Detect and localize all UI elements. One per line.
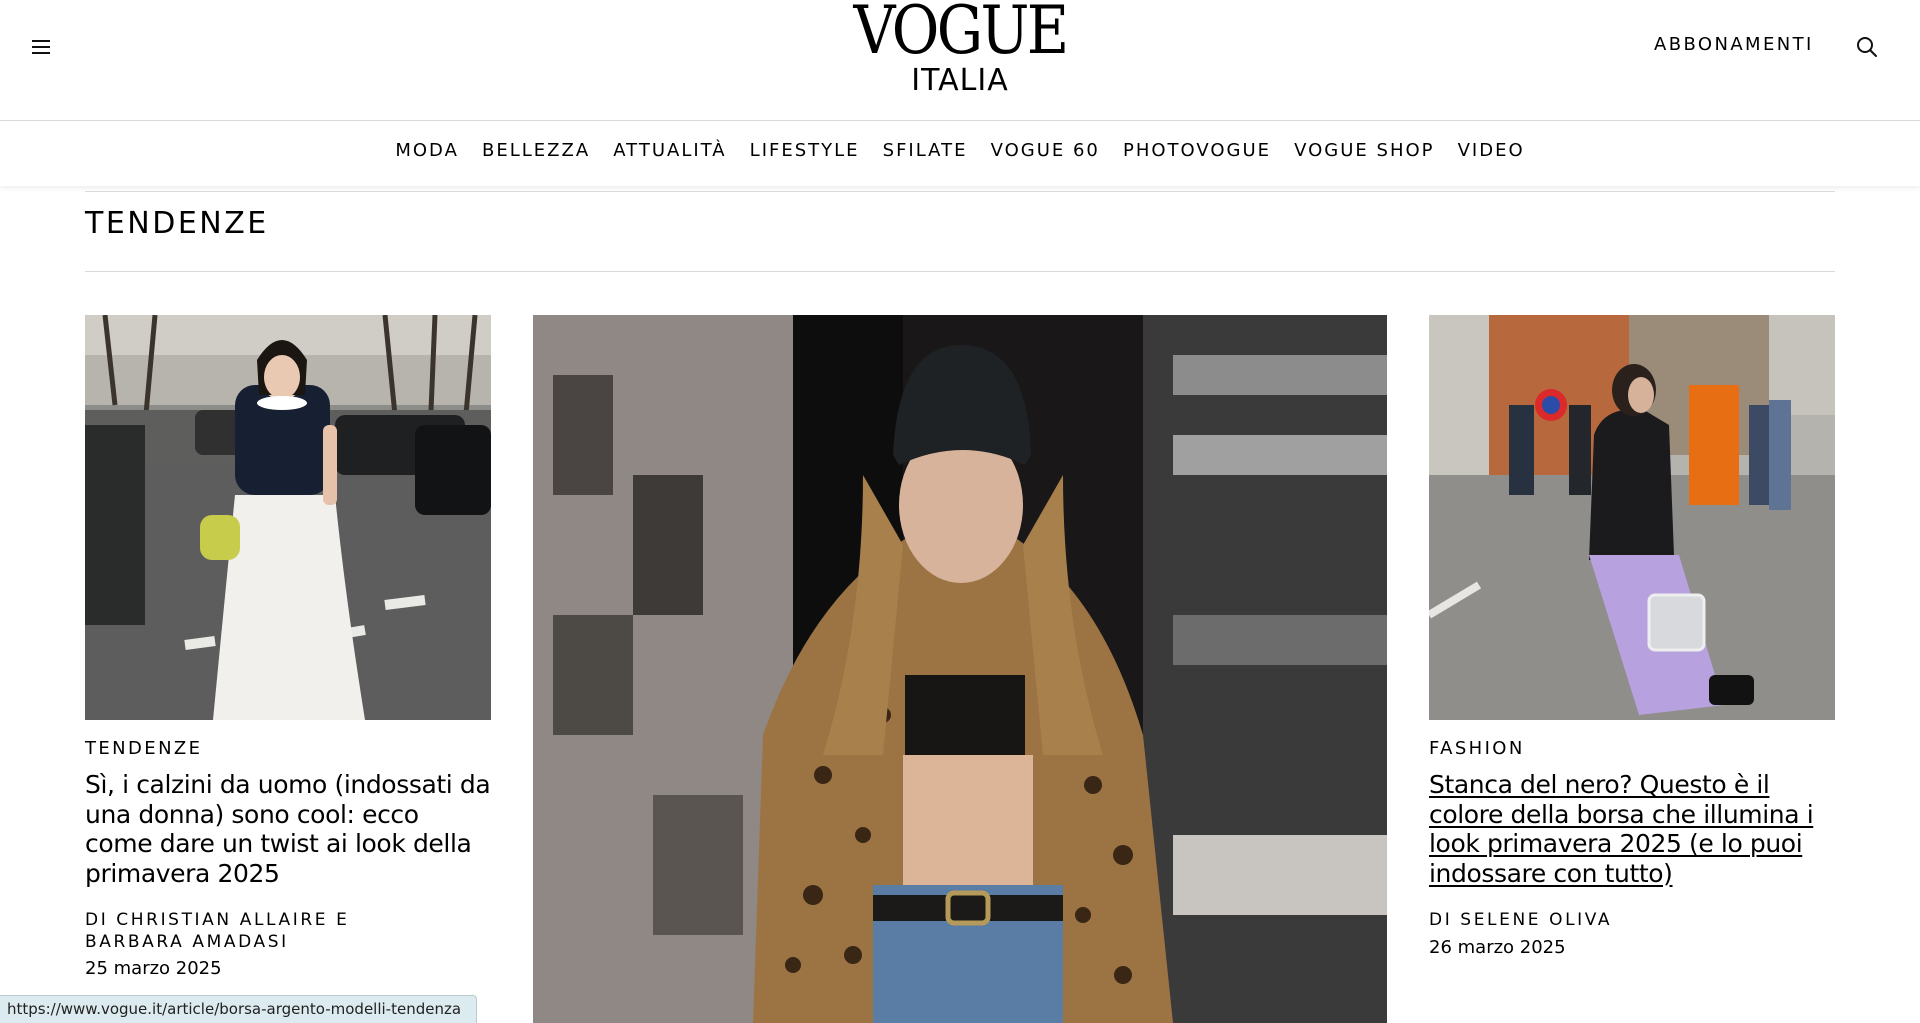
card-1-headline[interactable]: Sì, i calzini da uomo (indossati da una … — [85, 770, 491, 888]
article-image-runway-leopard-coat[interactable] — [533, 315, 1387, 1023]
browser-status-url: https://www.vogue.it/article/borsa-argen… — [0, 995, 477, 1023]
logo-italia-text: ITALIA — [911, 63, 1009, 98]
vogue-italia-logo[interactable]: VOGUE ITALIA — [0, 0, 1920, 98]
subscribe-link[interactable]: ABBONAMENTI — [1654, 34, 1814, 55]
section-title: TENDENZE — [85, 206, 269, 241]
nav-item-sfilate[interactable]: SFILATE — [883, 140, 968, 161]
section-divider-bottom — [85, 271, 1835, 272]
main-navigation: MODA BELLEZZA ATTUALITÀ LIFESTYLE SFILAT… — [0, 122, 1920, 186]
card-3-date: 26 marzo 2025 — [1429, 937, 1566, 958]
nav-item-attualita[interactable]: ATTUALITÀ — [613, 140, 726, 161]
card-3-byline: DI SELENE OLIVA — [1429, 910, 1613, 930]
card-1-rubric[interactable]: TENDENZE — [85, 738, 202, 759]
nav-item-photovogue[interactable]: PHOTOVOGUE — [1123, 140, 1271, 161]
nav-item-vogue-60[interactable]: VOGUE 60 — [991, 140, 1100, 161]
search-icon[interactable] — [1856, 36, 1878, 58]
nav-item-moda[interactable]: MODA — [395, 140, 459, 161]
article-image-street-style-socks[interactable] — [85, 315, 491, 720]
article-image-street-style-silver-bag[interactable] — [1429, 315, 1835, 720]
card-1-date: 25 marzo 2025 — [85, 958, 222, 979]
card-1-byline: DI CHRISTIAN ALLAIRE E BARBARA AMADASI — [85, 910, 350, 952]
logo-vogue-text: VOGUE — [853, 0, 1069, 69]
nav-item-bellezza[interactable]: BELLEZZA — [482, 140, 590, 161]
section-divider-top — [85, 191, 1835, 192]
site-header: VOGUE ITALIA ABBONAMENTI — [0, 0, 1920, 121]
card-3-rubric[interactable]: FASHION — [1429, 738, 1525, 759]
card-3-headline[interactable]: Stanca del nero? Questo è il colore dell… — [1429, 770, 1835, 888]
nav-item-video[interactable]: VIDEO — [1458, 140, 1525, 161]
nav-item-lifestyle[interactable]: LIFESTYLE — [750, 140, 860, 161]
nav-item-vogue-shop[interactable]: VOGUE SHOP — [1294, 140, 1434, 161]
